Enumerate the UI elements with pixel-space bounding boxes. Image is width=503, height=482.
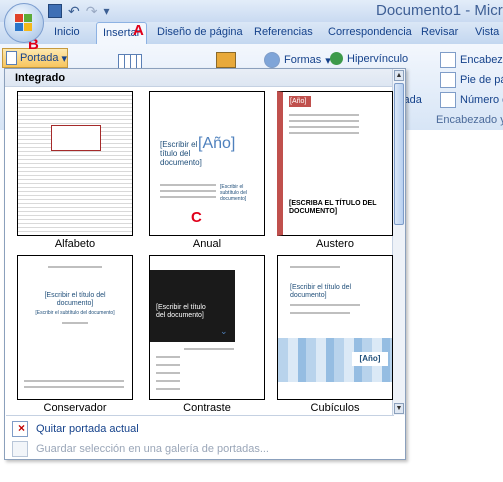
encabezado-group-label: Encabezado y p	[436, 114, 503, 126]
cover-preview: [Escribir el título del documento] [Año]	[277, 255, 393, 400]
cover-subtitle: [Escribir el subtítulo del documento]	[35, 310, 115, 316]
cover-preview: [Escribir el título del documento] ⌄	[149, 255, 265, 400]
redo-icon[interactable]: ↷	[86, 3, 98, 20]
tab-correspondencia[interactable]: Correspondencia	[328, 26, 412, 38]
gallery-scrollbar[interactable]: ▲ ▼	[392, 69, 405, 415]
cover-preview: [Escribir el título del documento] [Año]…	[149, 91, 265, 236]
quick-access-toolbar: ↶ ↷ ▾	[48, 2, 110, 20]
cover-name: Contraste	[183, 402, 231, 414]
encabezado-button[interactable]: Encabezado	[440, 52, 503, 68]
cover-title: [ESCRIBA EL TÍTULO DEL DOCUMENTO]	[289, 200, 377, 215]
footer-icon	[440, 72, 456, 88]
cover-title: [Escribir el título del documento]	[156, 304, 206, 319]
tab-diseno-pagina[interactable]: Diseño de página	[157, 26, 243, 38]
cover-page-gallery: Integrado ▲ ▼ Alfabeto [Escribir el títu…	[4, 68, 406, 460]
cover-page-icon	[6, 51, 17, 65]
quitar-portada-item[interactable]: × Quitar portada actual	[6, 419, 394, 439]
cubes-band: [Año]	[278, 338, 392, 382]
title-frame	[51, 125, 101, 151]
cover-preview: [Año] [ESCRIBA EL TÍTULO DEL DOCUMENTO]	[277, 91, 393, 236]
tab-referencias[interactable]: Referencias	[254, 26, 313, 38]
cover-cubiculos[interactable]: [Escribir el título del documento] [Año]…	[277, 255, 393, 415]
cover-preview	[17, 91, 133, 236]
tab-revisar[interactable]: Revisar	[421, 26, 458, 38]
picture-icon[interactable]	[216, 52, 236, 68]
gallery-header: Integrado	[5, 69, 395, 87]
save-icon[interactable]	[48, 4, 62, 18]
title-bar: ↶ ↷ ▾ Documento1 - Microso	[0, 0, 503, 22]
gallery-separator	[6, 415, 394, 416]
guardar-seleccion-item: Guardar selección en una galería de port…	[6, 439, 394, 459]
tab-inicio[interactable]: Inicio	[54, 26, 80, 38]
formas-button[interactable]: Formas ▾	[264, 52, 331, 68]
scroll-thumb[interactable]	[394, 83, 404, 225]
tab-vista[interactable]: Vista	[475, 26, 499, 38]
window-title: Documento1 - Microso	[376, 2, 503, 19]
globe-icon	[330, 52, 343, 65]
annotation-a: A	[133, 22, 144, 39]
shapes-icon	[264, 52, 280, 68]
pie-pagina-button[interactable]: Pie de pág	[440, 72, 503, 88]
cover-year: [Año]	[289, 96, 311, 107]
cover-name: Austero	[316, 238, 354, 250]
hipervinculo-button[interactable]: Hipervínculo	[330, 52, 408, 65]
office-logo-icon	[15, 14, 33, 32]
cover-name: Alfabeto	[54, 238, 96, 250]
cover-year: [Año]	[198, 135, 236, 152]
cover-name: Conservador	[43, 402, 107, 414]
cover-anual[interactable]: [Escribir el título del documento] [Año]…	[149, 91, 265, 251]
undo-icon[interactable]: ↶	[68, 3, 80, 20]
cover-conservador[interactable]: [Escribir el título del documento] [Escr…	[17, 255, 133, 415]
office-button[interactable]	[4, 3, 44, 43]
chevron-down-icon: ⌄	[220, 326, 228, 336]
dark-panel: [Escribir el título del documento] ⌄	[150, 270, 235, 342]
ribbon-tab-bar: Inicio Insertar Diseño de página Referen…	[0, 22, 503, 45]
cover-title: [Escribir el título del documento]	[290, 284, 352, 299]
cover-name: Cubículos	[310, 402, 360, 414]
numero-pagina-button[interactable]: Número d	[440, 92, 503, 108]
cover-preview: [Escribir el título del documento] [Escr…	[17, 255, 133, 400]
cover-title: [Escribir el título del documento]	[44, 292, 106, 307]
scroll-up-icon[interactable]: ▲	[394, 70, 404, 81]
page-number-icon	[440, 92, 456, 108]
cover-title: [Escribir el título del documento]	[160, 140, 202, 167]
save-gallery-icon	[12, 441, 28, 457]
header-icon	[440, 52, 456, 68]
cover-subtitle: [Escribir el subtítulo del documento]	[220, 184, 247, 202]
cover-name: Anual	[192, 238, 222, 250]
cover-year: [Año]	[352, 352, 388, 366]
cover-contraste[interactable]: [Escribir el título del documento] ⌄ Con…	[149, 255, 265, 415]
annotation-c: C	[191, 209, 202, 226]
customize-qat-icon[interactable]: ▾	[103, 4, 109, 18]
cover-alfabeto[interactable]: Alfabeto	[17, 91, 133, 251]
cover-austero[interactable]: [Año] [ESCRIBA EL TÍTULO DEL DOCUMENTO] …	[277, 91, 393, 251]
remove-cover-icon: ×	[12, 421, 28, 437]
scroll-down-icon[interactable]: ▼	[394, 403, 404, 414]
